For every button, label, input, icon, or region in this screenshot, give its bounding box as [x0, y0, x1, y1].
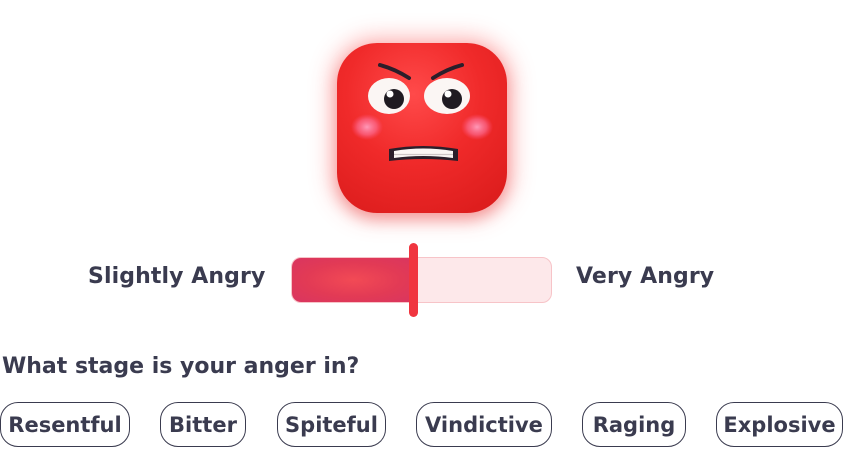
option-chip-vindictive[interactable]: Vindictive — [416, 402, 552, 447]
scale-min-label: Slightly Angry — [88, 264, 266, 289]
anger-level-slider[interactable] — [291, 257, 552, 303]
scale-max-label: Very Angry — [576, 264, 715, 289]
option-chip-explosive[interactable]: Explosive — [716, 402, 843, 447]
slider-thumb[interactable] — [409, 243, 419, 317]
angry-face-icon — [337, 43, 507, 213]
option-chip-spiteful[interactable]: Spiteful — [277, 402, 386, 447]
option-chip-bitter[interactable]: Bitter — [160, 402, 246, 447]
anger-stage-options: Resentful Bitter Spiteful Vindictive Rag… — [0, 402, 844, 448]
anger-check-in: Slightly Angry Very Angry What stage is … — [0, 0, 844, 449]
option-chip-raging[interactable]: Raging — [582, 402, 686, 447]
option-chip-resentful[interactable]: Resentful — [0, 402, 130, 447]
slider-fill — [292, 258, 415, 302]
question-title: What stage is your anger in? — [2, 354, 360, 379]
